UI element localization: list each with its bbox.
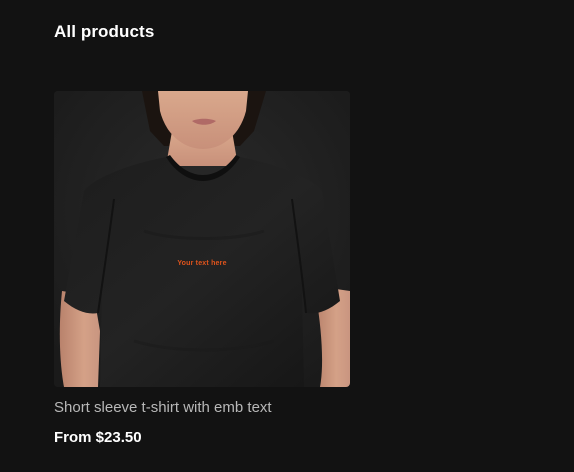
product-name[interactable]: Short sleeve t-shirt with emb text [54,399,272,416]
section-title: All products [54,22,155,41]
product-price: From $23.50 [54,429,142,446]
product-image[interactable]: Your text here [54,91,350,387]
shirt-print-text: Your text here [177,260,227,267]
product-card[interactable]: Your text here Short sleeve t-shirt with… [54,91,350,446]
product-listing-page: All products Your text here Short sleeve… [0,0,574,472]
tshirt-model-photo [54,91,350,387]
